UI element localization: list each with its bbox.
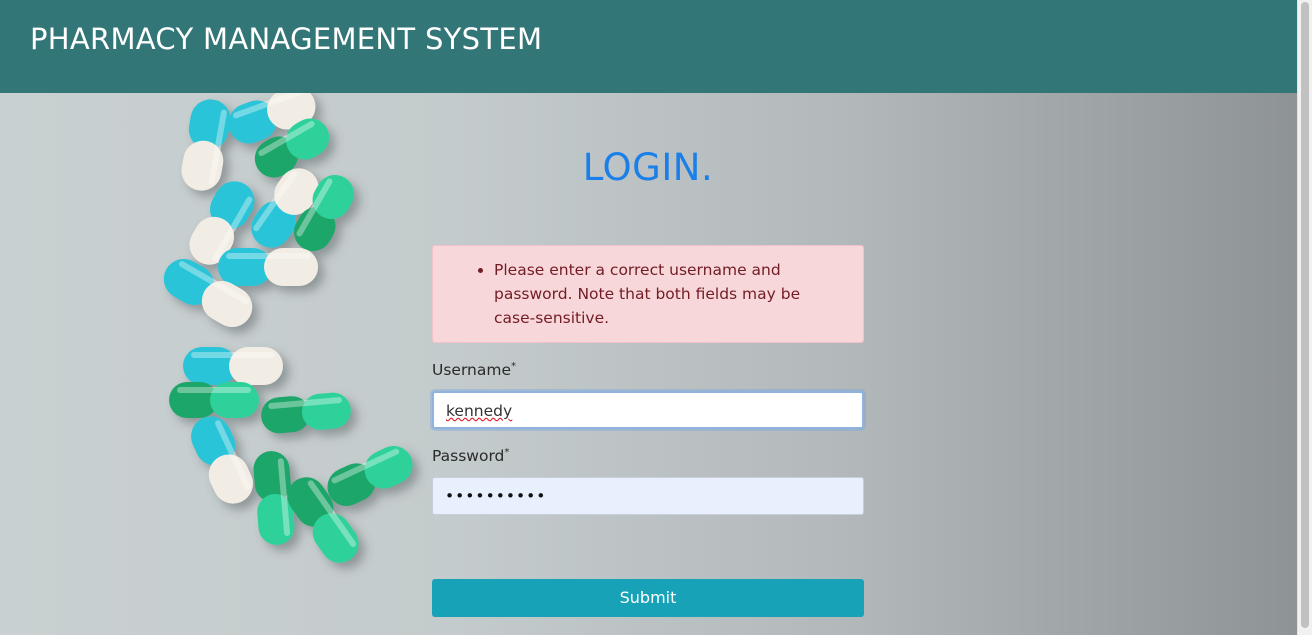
capsule-image (183, 347, 283, 385)
error-list: Please enter a correct username and pass… (433, 246, 863, 330)
username-input[interactable]: kennedy (432, 391, 864, 429)
capsule-image (261, 392, 351, 434)
navbar: PHARMACY MANAGEMENT SYSTEM (0, 0, 1297, 93)
login-title: LOGIN. (582, 146, 714, 189)
submit-button[interactable]: Submit (432, 579, 864, 617)
username-value: kennedy (446, 402, 513, 420)
capsule-image (181, 99, 231, 191)
capsule-image (191, 416, 253, 504)
error-alert: Please enter a correct username and pass… (432, 245, 864, 343)
password-input[interactable]: •••••••••• (432, 477, 864, 515)
hero-background: LOGIN. Please enter a correct username a… (0, 93, 1297, 635)
login-page: PHARMACY MANAGEMENT SYSTEM LOGIN. Please… (0, 0, 1312, 635)
username-label: Username* (432, 361, 517, 380)
scrollbar-thumb[interactable] (1301, 2, 1309, 628)
pills-background-image (163, 93, 413, 563)
error-message: Please enter a correct username and pass… (494, 258, 839, 330)
password-label: Password* (432, 447, 510, 466)
brand-title[interactable]: PHARMACY MANAGEMENT SYSTEM (30, 22, 542, 56)
page-scrollbar[interactable] (1297, 0, 1312, 635)
capsule-image (169, 382, 259, 418)
capsule-image (327, 446, 413, 506)
password-value: •••••••••• (445, 487, 547, 505)
capsule-image (218, 248, 318, 286)
